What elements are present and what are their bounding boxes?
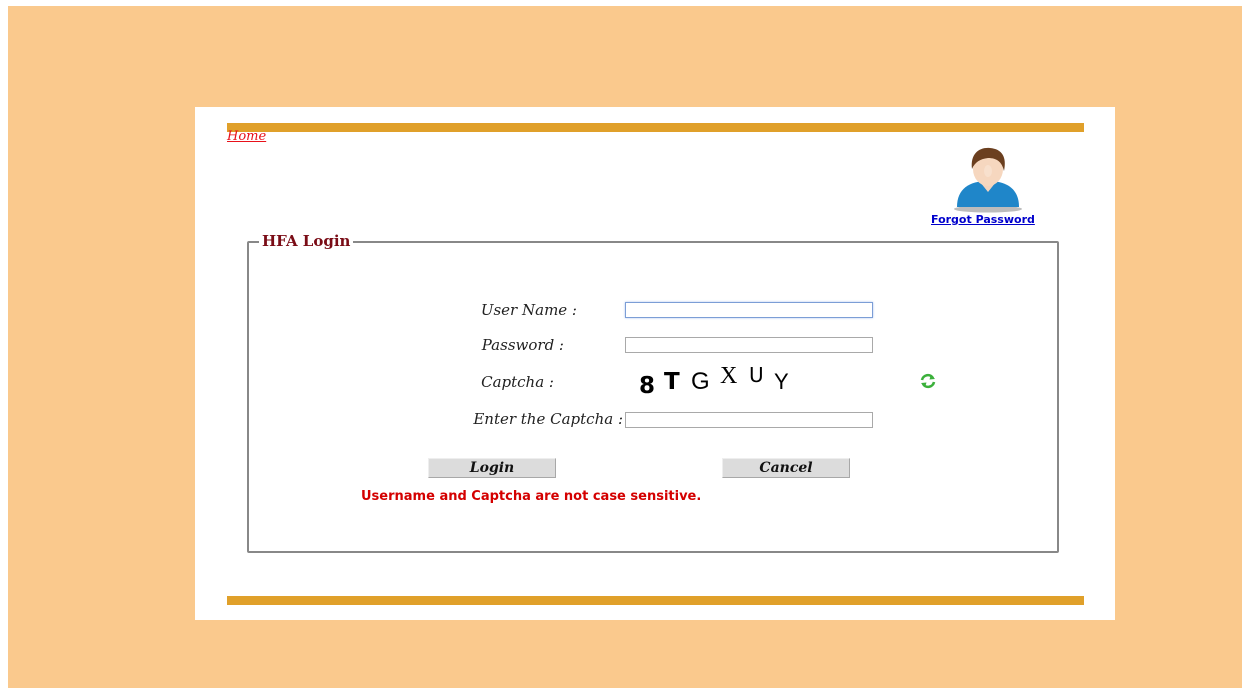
- captcha-char: T: [664, 369, 680, 395]
- login-button[interactable]: Login: [428, 458, 556, 478]
- user-avatar-icon: [954, 147, 1022, 213]
- captcha-char: X: [720, 363, 738, 389]
- captcha-input[interactable]: [625, 412, 873, 428]
- username-label: User Name :: [480, 301, 577, 319]
- case-sensitivity-note: Username and Captcha are not case sensit…: [361, 489, 702, 504]
- captcha-char: 8: [639, 373, 656, 399]
- cancel-button[interactable]: Cancel: [722, 458, 850, 478]
- bottom-accent-bar: [227, 596, 1084, 605]
- home-link[interactable]: Home: [227, 129, 266, 144]
- captcha-char: Y: [774, 369, 789, 394]
- captcha-label: Captcha :: [481, 373, 554, 391]
- username-input[interactable]: [625, 302, 873, 318]
- captcha-char: G: [691, 368, 710, 395]
- captcha-char: U: [749, 363, 764, 387]
- refresh-icon[interactable]: [920, 373, 936, 389]
- password-label: Password :: [481, 336, 564, 354]
- password-input[interactable]: [625, 337, 873, 353]
- fieldset-legend: HFA Login: [259, 232, 354, 250]
- enter-captcha-label: Enter the Captcha :: [473, 410, 623, 428]
- top-accent-bar: [227, 123, 1084, 132]
- forgot-password-link[interactable]: Forgot Password: [931, 213, 1035, 226]
- login-panel: Home Forgot Password HFA Login User Name…: [195, 107, 1115, 620]
